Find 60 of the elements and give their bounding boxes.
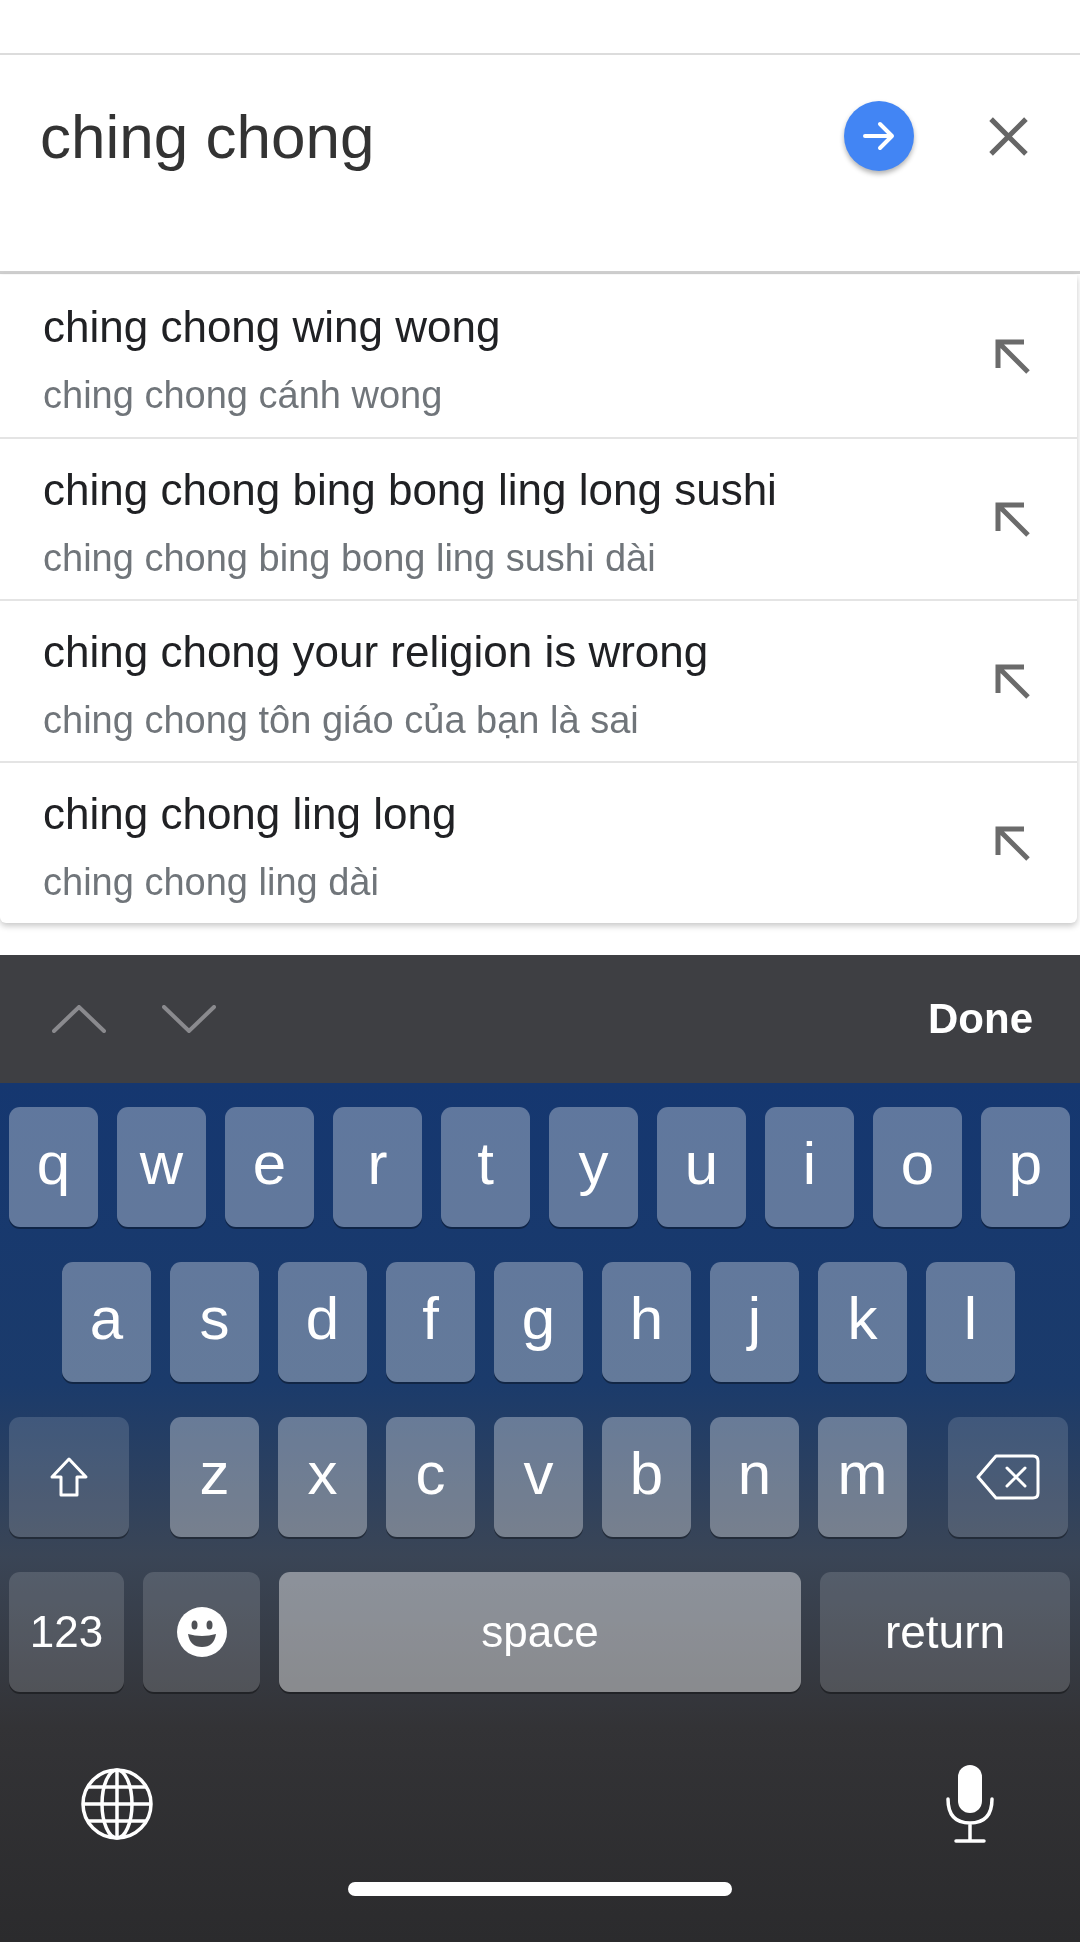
translation-text: ching chong tôn giáo của bạn là sai	[43, 698, 640, 743]
letter-key[interactable]: c	[386, 1417, 475, 1537]
letter-key[interactable]: k	[818, 1262, 907, 1382]
translation-text: ching chong bing bong ling sushi dài	[43, 536, 657, 581]
emoji-key[interactable]	[143, 1572, 260, 1692]
suggestion-text: ching chong bing bong ling long sushi	[43, 464, 778, 516]
done-button[interactable]: Done	[928, 995, 1033, 1043]
chevron-up-icon[interactable]	[52, 1005, 106, 1033]
arrow-up-left-icon[interactable]	[993, 500, 1031, 538]
suggestion-row[interactable]: ching chong bing bong ling long sushi ching chong bing bong ling sushi dài	[0, 437, 1077, 599]
clear-button[interactable]	[988, 116, 1029, 157]
close-icon	[988, 116, 1029, 157]
smiley-icon	[176, 1607, 227, 1657]
letter-key[interactable]: p	[981, 1107, 1070, 1227]
letter-key[interactable]: w	[117, 1107, 206, 1227]
letter-key[interactable]: x	[278, 1417, 367, 1537]
letter-key[interactable]: f	[386, 1262, 475, 1382]
translation-text: ching chong cánh wong	[43, 373, 444, 418]
letter-key[interactable]: i	[765, 1107, 854, 1227]
letter-key[interactable]: s	[170, 1262, 259, 1382]
up-arrow-icon	[49, 1456, 89, 1498]
numbers-key[interactable]: 123	[9, 1572, 124, 1692]
letter-key[interactable]: h	[602, 1262, 691, 1382]
letter-key[interactable]: n	[710, 1417, 799, 1537]
suggestion-text: ching chong your religion is wrong	[43, 626, 710, 678]
return-key[interactable]: return	[820, 1572, 1070, 1692]
search-field[interactable]: ching chong	[40, 101, 844, 171]
letter-key[interactable]: a	[62, 1262, 151, 1382]
suggestion-row[interactable]: ching chong your religion is wrong ching chong tôn giáo của bạn là sai	[0, 599, 1077, 761]
letter-key[interactable]: j	[710, 1262, 799, 1382]
letter-key[interactable]: m	[818, 1417, 907, 1537]
letter-key[interactable]: r	[333, 1107, 422, 1227]
letter-key[interactable]: t	[441, 1107, 530, 1227]
arrow-up-left-icon[interactable]	[993, 662, 1031, 700]
suggestion-row[interactable]: ching chong ling long ching chong ling dài	[0, 761, 1077, 923]
suggestion-text: ching chong ling long	[43, 788, 458, 840]
globe-icon[interactable]	[80, 1766, 154, 1841]
space-bar[interactable]: space	[279, 1572, 801, 1692]
chevron-down-icon[interactable]	[162, 1005, 216, 1033]
arrow-up-left-icon[interactable]	[993, 337, 1031, 375]
backspace-icon	[975, 1453, 1041, 1501]
letter-key[interactable]: z	[170, 1417, 259, 1537]
letter-key[interactable]: g	[494, 1262, 583, 1382]
translation-text: ching chong ling dài	[43, 860, 380, 905]
backspace-key[interactable]	[948, 1417, 1068, 1537]
letter-key[interactable]: v	[494, 1417, 583, 1537]
letter-key[interactable]: y	[549, 1107, 638, 1227]
microphone-icon[interactable]	[944, 1763, 996, 1844]
letter-key[interactable]: b	[602, 1417, 691, 1537]
letter-key[interactable]: d	[278, 1262, 367, 1382]
go-button[interactable]	[844, 101, 914, 171]
arrow-up-left-icon[interactable]	[993, 824, 1031, 862]
shift-key[interactable]	[9, 1417, 129, 1537]
letter-key[interactable]: u	[657, 1107, 746, 1227]
suggestion-text: ching chong wing wong	[43, 301, 502, 353]
letter-key[interactable]: l	[926, 1262, 1015, 1382]
letter-key[interactable]: o	[873, 1107, 962, 1227]
letter-key[interactable]: e	[225, 1107, 314, 1227]
suggestion-row[interactable]: ching chong wing wong ching chong cánh wong	[0, 275, 1077, 437]
letter-key[interactable]: q	[9, 1107, 98, 1227]
